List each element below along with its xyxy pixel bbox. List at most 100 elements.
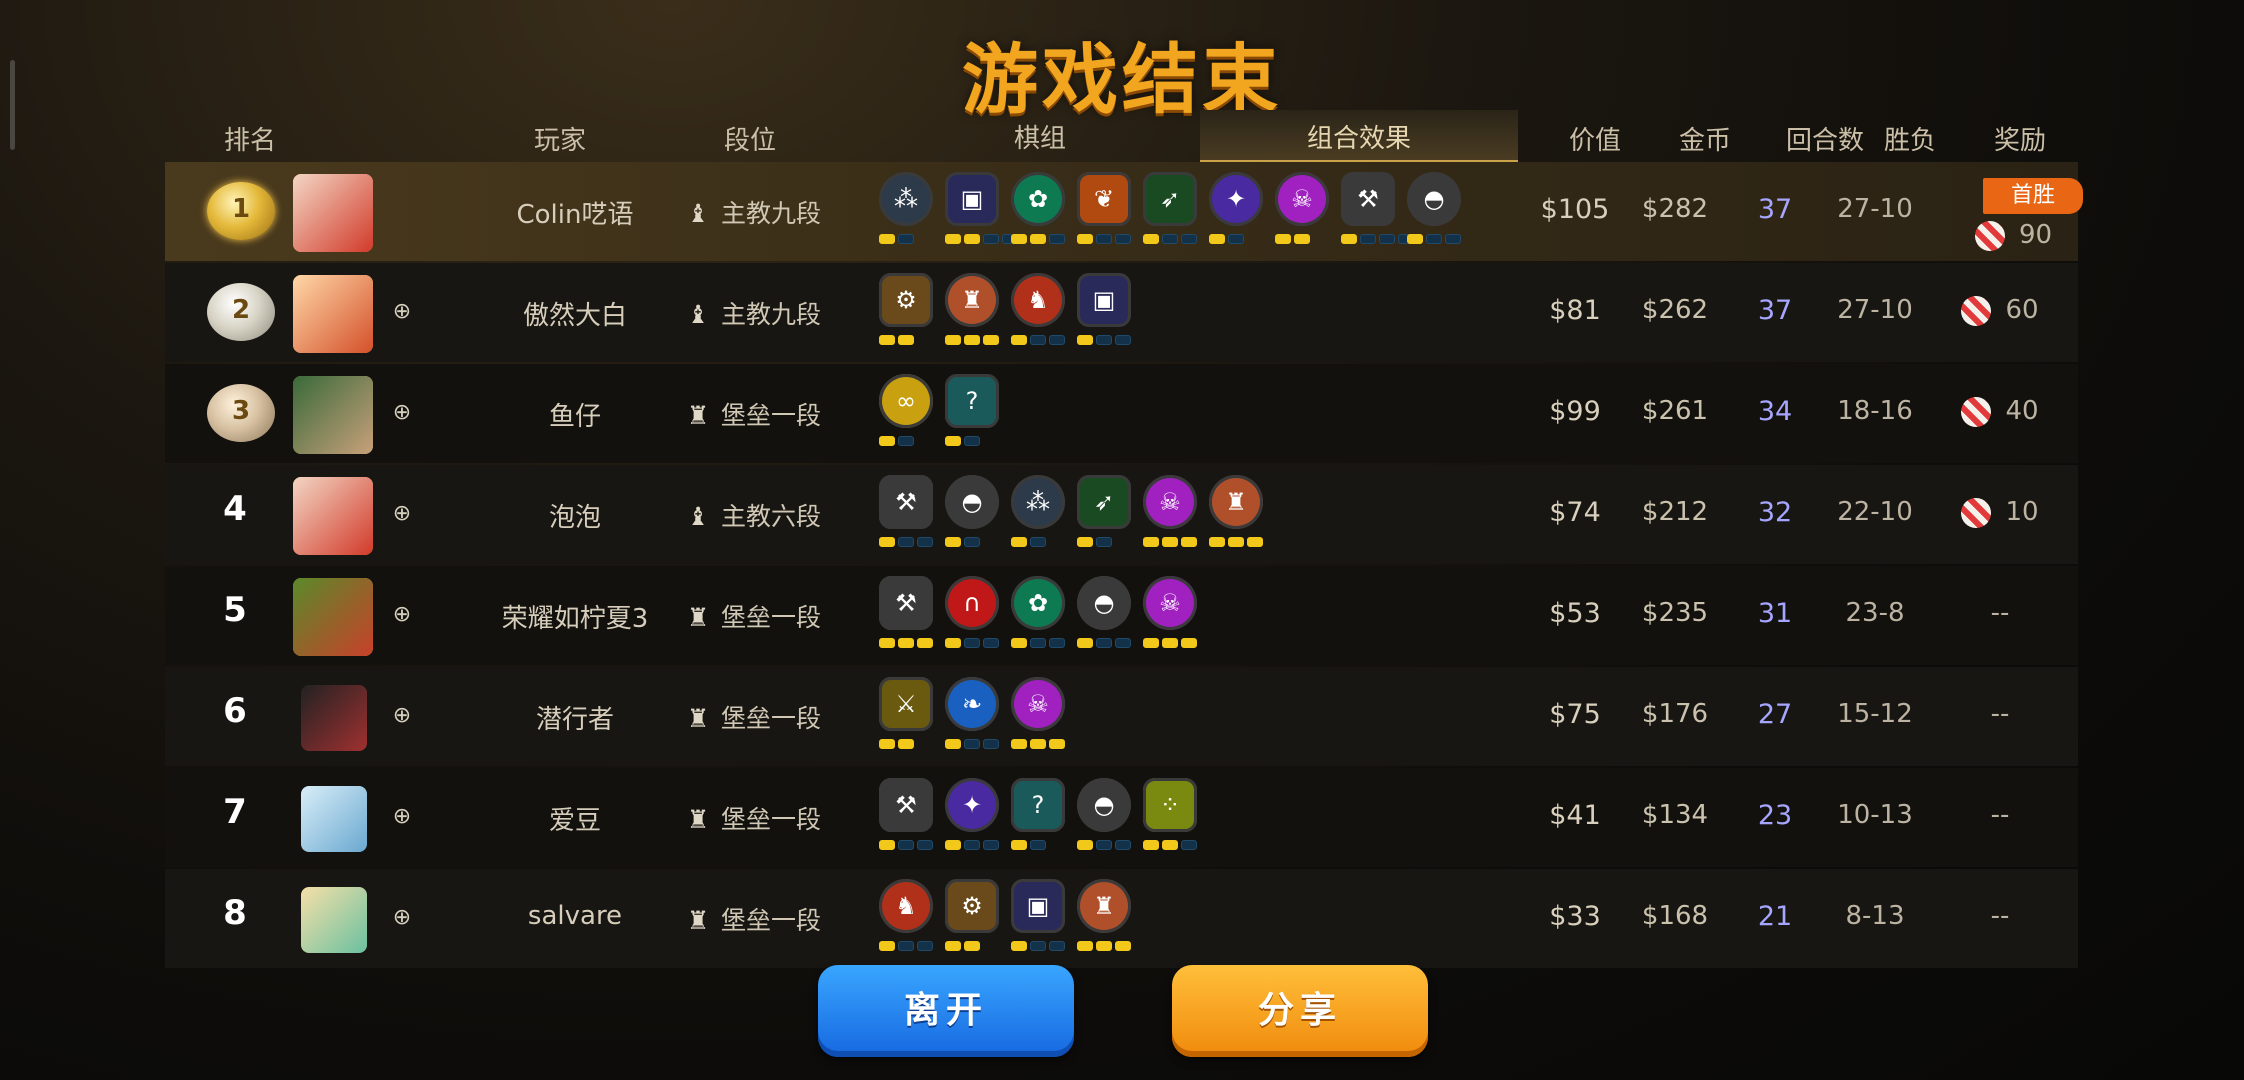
synergy-item[interactable]: ❦ — [1075, 170, 1135, 254]
synergy-item[interactable]: ⚙ — [877, 271, 937, 355]
first-win-badge: 首胜 — [1983, 178, 2083, 214]
synergy-item[interactable]: ? — [943, 372, 1003, 456]
synergy-item[interactable]: ✦ — [943, 776, 1003, 860]
win-loss-cell: 15-12 — [1837, 699, 1913, 729]
synergy-level-bars — [879, 436, 914, 446]
synergy-item[interactable]: ♜ — [1075, 877, 1135, 961]
player-name: 鱼仔 — [548, 402, 601, 432]
add-friend-icon[interactable]: ⊕ — [387, 903, 417, 933]
synergy-level-bars — [945, 941, 980, 951]
value-cell: $81 — [1549, 295, 1601, 326]
synergy-item[interactable]: ⚒ — [877, 473, 937, 557]
add-friend-icon[interactable]: ⊕ — [387, 600, 417, 630]
mech-icon: ▣ — [945, 172, 999, 226]
add-friend-icon[interactable]: ⊕ — [387, 398, 417, 428]
gold-cell: $134 — [1641, 800, 1709, 830]
synergy-item[interactable]: ♞ — [877, 877, 937, 961]
candy-icon — [1961, 396, 1992, 427]
viking-icon: ♜ — [945, 273, 999, 327]
synergy-item[interactable]: ✿ — [1009, 170, 1069, 254]
synergy-item[interactable]: ♜ — [1207, 473, 1267, 557]
avatar[interactable] — [293, 376, 373, 454]
synergy-item[interactable]: ⚒ — [877, 574, 937, 658]
synergy-item[interactable]: ✦ — [1207, 170, 1267, 254]
candy-icon — [1975, 220, 2005, 251]
synergy-item[interactable]: ➶ — [1075, 473, 1135, 557]
synergy-item[interactable]: ◓ — [943, 473, 1003, 557]
synergy-item[interactable]: ? — [1009, 776, 1069, 860]
synergy-item[interactable]: ▣ — [1009, 877, 1069, 961]
tab-pieces[interactable]: 棋组 — [1000, 118, 1080, 155]
synergy-item[interactable]: ◓ — [1075, 574, 1135, 658]
hook-icon: ? — [1011, 778, 1065, 832]
value-cell: $33 — [1549, 901, 1601, 932]
synergy-item[interactable]: ▣ — [1075, 271, 1135, 355]
reward-cell: -- — [1990, 699, 2010, 729]
rank-number: 3 — [231, 396, 251, 426]
reward-cell: -- — [1990, 901, 2010, 931]
avatar[interactable] — [293, 275, 373, 353]
orc-icon: ♞ — [1011, 273, 1065, 327]
reward-amount: 90 — [2019, 220, 2053, 250]
player-tier: ♝ 主教六段 — [685, 497, 865, 533]
demon-icon: ☠ — [1143, 576, 1197, 630]
synergy-item[interactable]: ♞ — [1009, 271, 1069, 355]
add-friend-icon[interactable]: ⊕ — [387, 802, 417, 832]
synergy-item[interactable]: ✿ — [1009, 574, 1069, 658]
synergy-item[interactable]: ⚒ — [1339, 170, 1414, 254]
bishop-icon: ♝ — [686, 199, 710, 228]
synergy-level-bars — [1011, 840, 1046, 850]
avatar[interactable] — [301, 786, 367, 852]
synergy-level-bars — [1143, 840, 1197, 850]
synergy-item[interactable]: ⚒ — [877, 776, 937, 860]
avatar[interactable] — [301, 887, 367, 953]
helmet-icon: ◓ — [945, 475, 999, 529]
synergy-item[interactable]: ⁂ — [1009, 473, 1069, 557]
synergy-item[interactable]: ☠ — [1141, 574, 1201, 658]
synergy-item[interactable]: ◓ — [1075, 776, 1135, 860]
synergy-item[interactable]: ◓ — [1405, 170, 1465, 254]
avatar[interactable] — [293, 477, 373, 555]
tier-label: 堡垒一段 — [721, 401, 822, 430]
synergy-item[interactable]: ⚔ — [877, 675, 937, 759]
rank-number: 1 — [231, 194, 251, 224]
avatar[interactable] — [301, 685, 367, 751]
synergy-level-bars — [879, 537, 933, 547]
synergy-item[interactable]: ❧ — [943, 675, 1003, 759]
synergy-level-bars — [1209, 234, 1244, 244]
synergy-item[interactable]: ☠ — [1009, 675, 1069, 759]
leaf-icon: ❦ — [1077, 172, 1131, 226]
synergy-item[interactable]: ☠ — [1273, 170, 1333, 254]
tier-label: 堡垒一段 — [721, 906, 822, 935]
player-tier: ♜ 堡垒一段 — [685, 800, 865, 836]
add-friend-icon[interactable]: ⊕ — [387, 701, 417, 731]
share-button[interactable]: 分享 — [1172, 965, 1428, 1057]
synergy-item[interactable]: ▣ — [943, 170, 1018, 254]
synergy-item[interactable]: ∞ — [877, 372, 937, 456]
gold-cell: $282 — [1641, 194, 1709, 224]
add-friend-icon[interactable]: ⊕ — [387, 499, 417, 529]
synergy-item[interactable]: ⁘ — [1141, 776, 1201, 860]
synergy-item[interactable]: ☠ — [1141, 473, 1201, 557]
synergy-level-bars — [1143, 234, 1197, 244]
table-row: 2 ⊕ 傲然大白 ♝ 主教九段 ⚙ ♜ ♞ ▣ $81 $262 37 27-10 60 — [165, 263, 2078, 362]
synergy-item[interactable]: ⁂ — [877, 170, 937, 254]
tab-synergy[interactable]: 组合效果 — [1200, 110, 1518, 163]
header-tier: 段位 — [723, 126, 776, 156]
avatar[interactable] — [293, 174, 373, 252]
synergy-item[interactable]: ♜ — [943, 271, 1003, 355]
table-row: 7 ⊕ 爱豆 ♜ 堡垒一段 ⚒ ✦ ? ◓ ⁘ $41 $134 23 10-13 -- — [165, 768, 2078, 867]
avatar[interactable] — [293, 578, 373, 656]
gold-cell: $212 — [1641, 497, 1709, 527]
paw-icon: ✿ — [1011, 172, 1065, 226]
add-friend-icon[interactable]: ⊕ — [387, 297, 417, 327]
synergy-item[interactable]: ⚙ — [943, 877, 1003, 961]
header-player: 玩家 — [533, 126, 586, 156]
synergy-item[interactable]: ∩ — [943, 574, 1003, 658]
header-gold: 金币 — [1678, 126, 1731, 156]
rook-icon: ♜ — [686, 603, 710, 632]
win-loss-cell: 27-10 — [1837, 295, 1913, 325]
synergy-item[interactable]: ➶ — [1141, 170, 1201, 254]
leave-button[interactable]: 离开 — [818, 965, 1074, 1057]
feather-icon: ❧ — [945, 677, 999, 731]
